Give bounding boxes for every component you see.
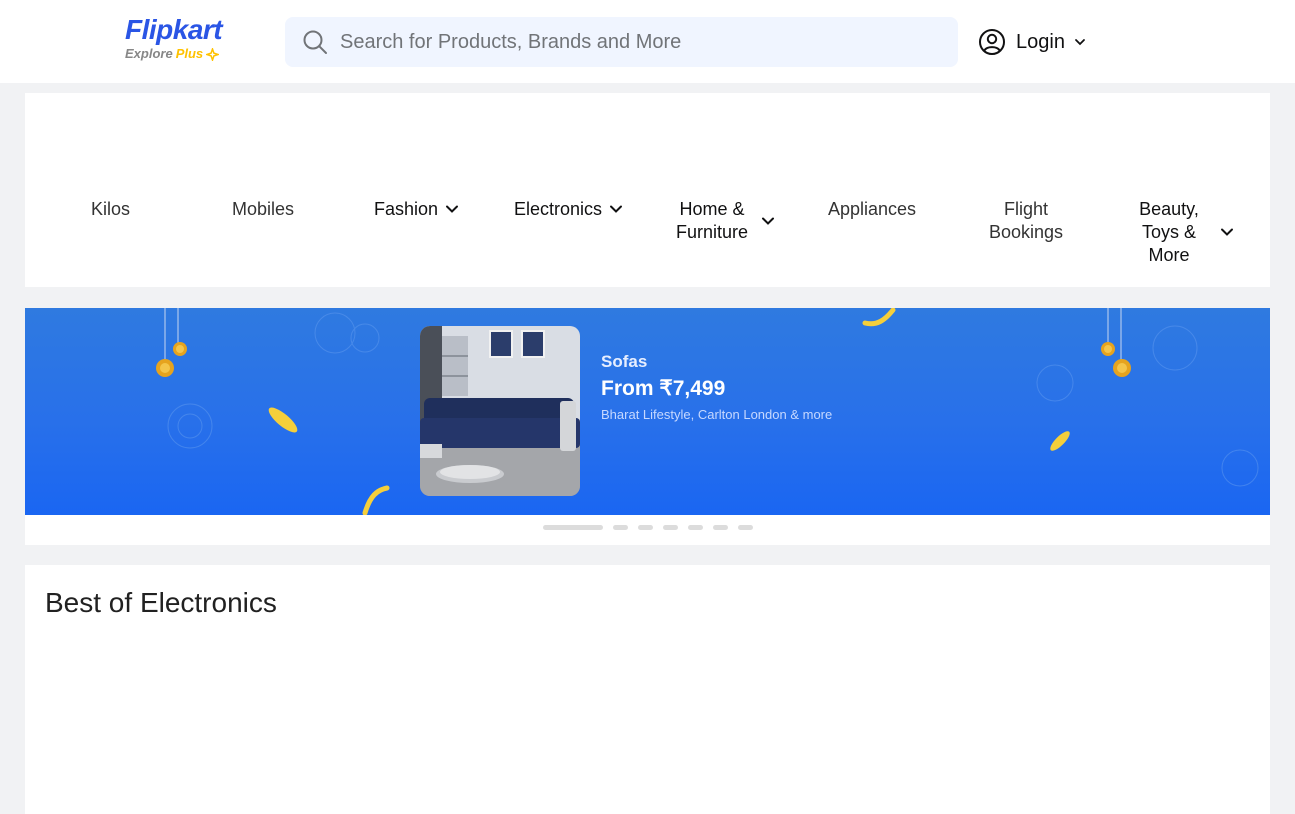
chevron-down-icon bbox=[760, 213, 776, 229]
logo-plus: Plus bbox=[175, 46, 204, 61]
category-flight-bookings[interactable]: Flight Bookings bbox=[985, 198, 1067, 244]
plus-star-icon bbox=[206, 47, 220, 61]
carousel-dot[interactable] bbox=[738, 525, 753, 530]
logo-wordmark: Flipkart bbox=[125, 14, 223, 45]
carousel-dot[interactable] bbox=[638, 525, 653, 530]
category-label: Appliances bbox=[828, 199, 917, 219]
category-nav: Kilos Mobiles Fashion Electronics Home &… bbox=[25, 93, 1270, 287]
login-button[interactable]: Login bbox=[978, 27, 1087, 57]
category-label: Mobiles bbox=[232, 199, 295, 219]
category-label: Flight Bookings bbox=[988, 199, 1064, 242]
category-beauty-toys-more[interactable]: Beauty, Toys & More bbox=[1133, 198, 1235, 267]
carousel-dot[interactable] bbox=[613, 525, 628, 530]
banner-price: From ₹7,499 bbox=[601, 377, 726, 400]
category-electronics[interactable]: Electronics bbox=[514, 198, 624, 221]
logo-tagline: Explore Plus bbox=[125, 46, 245, 62]
chevron-down-icon bbox=[608, 201, 624, 217]
category-fashion[interactable]: Fashion bbox=[374, 198, 460, 221]
carousel-dot[interactable] bbox=[688, 525, 703, 530]
search-icon[interactable] bbox=[302, 29, 328, 55]
category-label: Fashion bbox=[374, 199, 439, 219]
category-label: Beauty, Toys & More bbox=[1139, 199, 1199, 265]
search-input[interactable] bbox=[340, 30, 920, 54]
banner-slide[interactable]: Sofas From ₹7,499 Bharat Lifestyle, Carl… bbox=[25, 308, 1270, 515]
category-appliances[interactable]: Appliances bbox=[828, 198, 916, 221]
header: Flipkart Explore Plus Login bbox=[0, 0, 1295, 83]
logo-explore: Explore bbox=[125, 46, 173, 61]
section-title: Best of Electronics bbox=[45, 587, 277, 618]
banner-carousel: Sofas From ₹7,499 Bharat Lifestyle, Carl… bbox=[25, 308, 1270, 545]
flipkart-logo[interactable]: Flipkart Explore Plus bbox=[125, 14, 245, 66]
banner-subtitle: Bharat Lifestyle, Carlton London & more bbox=[601, 407, 833, 422]
category-mobiles[interactable]: Mobiles bbox=[232, 198, 294, 221]
sofa-product-image[interactable] bbox=[420, 326, 580, 496]
carousel-dot[interactable] bbox=[713, 525, 728, 530]
login-label: Login bbox=[1016, 30, 1065, 53]
search-bar[interactable] bbox=[285, 17, 958, 67]
chevron-down-icon[interactable] bbox=[1073, 35, 1087, 49]
category-kilos[interactable]: Kilos bbox=[91, 198, 130, 221]
category-label: Home & Furniture bbox=[675, 199, 749, 242]
carousel-dot-active[interactable] bbox=[543, 525, 603, 530]
banner-title: Sofas bbox=[601, 352, 648, 371]
carousel-dot[interactable] bbox=[663, 525, 678, 530]
user-circle-icon bbox=[978, 28, 1006, 56]
best-of-electronics-section: Best of Electronics bbox=[25, 565, 1270, 814]
category-label: Electronics bbox=[514, 199, 603, 219]
chevron-down-icon bbox=[1219, 224, 1235, 240]
carousel-indicators bbox=[543, 525, 753, 530]
category-home-furniture[interactable]: Home & Furniture bbox=[670, 198, 776, 244]
category-label: Kilos bbox=[91, 199, 131, 219]
chevron-down-icon bbox=[444, 201, 460, 217]
